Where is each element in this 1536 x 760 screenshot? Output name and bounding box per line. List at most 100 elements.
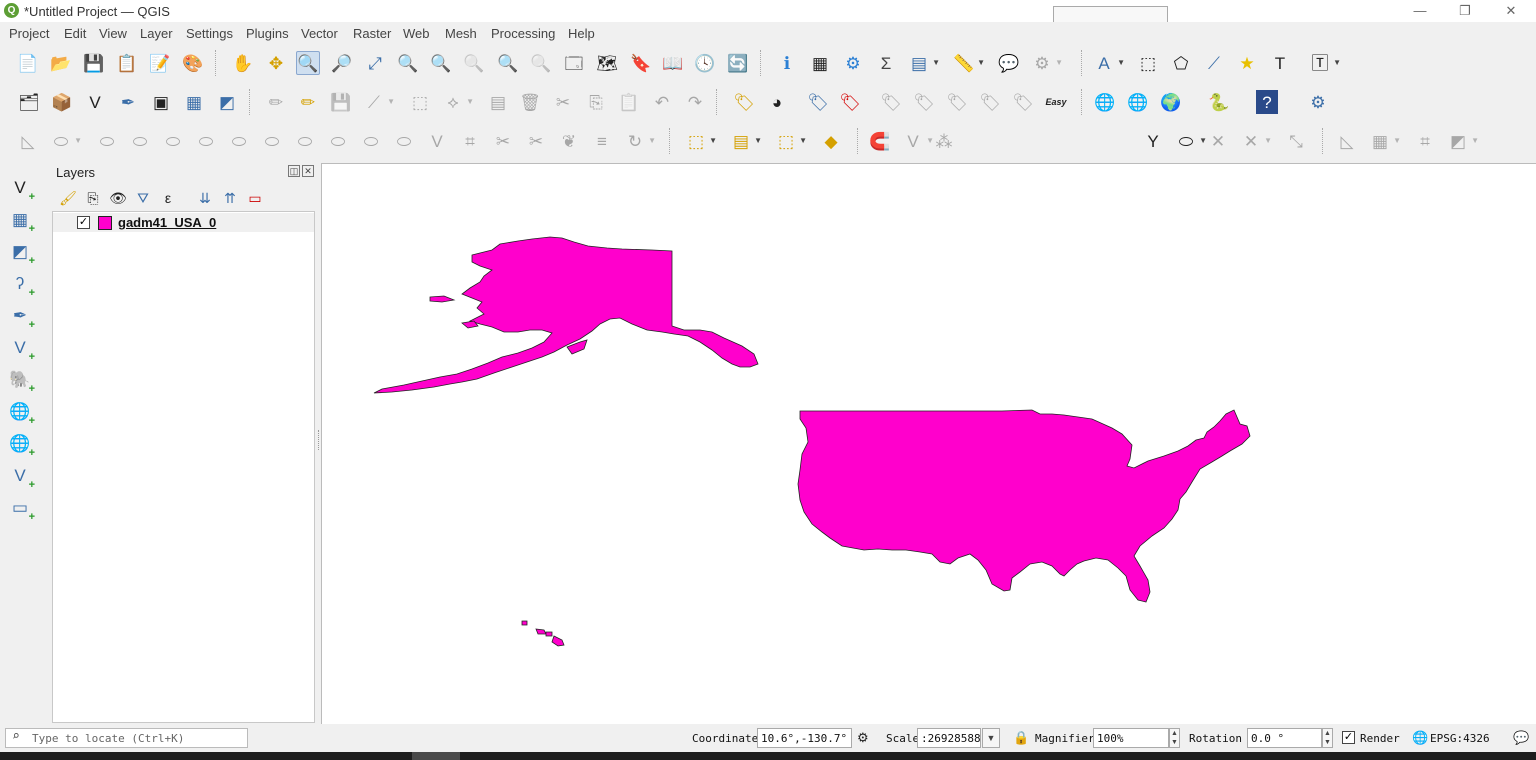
add-virtual-layer-icon[interactable]: V +: [7, 335, 35, 363]
minimize-button[interactable]: —: [1410, 2, 1430, 20]
text-annotation-icon[interactable]: A ▼: [1092, 51, 1125, 75]
attribute-table-icon[interactable]: ▦: [808, 51, 832, 75]
paste-features-icon[interactable]: 📋: [617, 90, 641, 114]
expand-all-icon[interactable]: ⇊: [195, 188, 215, 208]
cad-tools-icon[interactable]: ✕ ▼: [1239, 129, 1272, 153]
offset-curve-icon[interactable]: ⬭: [260, 129, 284, 153]
measure-line-icon[interactable]: 📏 ▼: [952, 51, 985, 75]
delete-part-icon[interactable]: ⬭: [194, 129, 218, 153]
menu-plugins[interactable]: Plugins: [246, 26, 289, 41]
add-feature-icon[interactable]: ⬚: [408, 90, 432, 114]
label-properties-icon[interactable]: 🏷: [1011, 90, 1035, 114]
zoom-out-icon[interactable]: 🔎: [330, 51, 354, 75]
show-hide-labels-icon[interactable]: 🏷: [879, 90, 903, 114]
simplify-icon[interactable]: ⬭: [359, 129, 383, 153]
messages-icon[interactable]: 💬: [1513, 730, 1529, 746]
add-spatialite-layer-icon[interactable]: ✒ +: [7, 303, 35, 331]
zoom-to-layer-icon[interactable]: 🔍: [429, 51, 453, 75]
remove-layer-icon[interactable]: ▭: [245, 188, 265, 208]
new-spatialite-layer-icon[interactable]: ✒: [116, 90, 140, 114]
lock-scale-icon[interactable]: 🔒: [1013, 730, 1029, 746]
panel-splitter[interactable]: [318, 430, 320, 450]
zoom-to-selection-icon[interactable]: 🔍: [396, 51, 420, 75]
point-text-annotation-icon[interactable]: T: [1268, 51, 1292, 75]
menu-edit[interactable]: Edit: [64, 26, 86, 41]
refresh-icon[interactable]: 🔄: [726, 51, 750, 75]
toggle-extents-icon[interactable]: ⚙: [857, 730, 869, 746]
add-ellipse-icon[interactable]: ◩ ▼: [1446, 129, 1479, 153]
select-annotation-icon[interactable]: ⬚: [1136, 51, 1160, 75]
add-wcs-layer-icon[interactable]: 🌐 +: [7, 431, 35, 459]
zoom-native-icon[interactable]: 🔍: [462, 51, 486, 75]
merge-attributes-icon[interactable]: ✂: [491, 129, 515, 153]
deselect-features-icon[interactable]: ⬚ ▼: [774, 129, 807, 153]
pin-labels-icon[interactable]: 🏷: [838, 90, 862, 114]
zoom-full-icon[interactable]: ⤢: [363, 51, 387, 75]
menu-settings[interactable]: Settings: [186, 26, 233, 41]
scale-field[interactable]: :26928588: [917, 728, 981, 748]
topological-editing-icon[interactable]: V ▼: [901, 129, 934, 153]
fill-ring-icon[interactable]: ⬭: [128, 129, 152, 153]
pan-map-icon[interactable]: ✋: [231, 51, 255, 75]
menu-project[interactable]: Project: [9, 26, 49, 41]
layer-visibility-checkbox[interactable]: ✓: [77, 216, 90, 229]
zoom-last-icon[interactable]: 🔍: [496, 51, 520, 75]
collapse-all-icon[interactable]: ⇈: [220, 188, 240, 208]
new-mesh-layer-icon[interactable]: ◩: [215, 90, 239, 114]
crs-globe-icon[interactable]: 🌐: [1412, 730, 1428, 746]
add-rectangle-icon[interactable]: ▦ ▼: [1368, 129, 1401, 153]
menu-view[interactable]: View: [99, 26, 127, 41]
rotation-field[interactable]: 0.0 °: [1247, 728, 1322, 748]
python-console-icon[interactable]: 🐍: [1207, 90, 1231, 114]
add-delimited-text-icon[interactable]: ʔ +: [7, 271, 35, 299]
enable-snapping-icon[interactable]: ◺: [16, 129, 40, 153]
cut-features-icon[interactable]: ✂: [551, 90, 575, 114]
add-wms-layer-icon[interactable]: 🌐: [1093, 90, 1117, 114]
temporal-controller-icon[interactable]: 🕓: [693, 51, 717, 75]
select-by-location-icon[interactable]: ⚙ ▼: [1030, 51, 1063, 75]
trim-extend-icon[interactable]: ⬭: [326, 129, 350, 153]
move-label-icon[interactable]: 🏷: [912, 90, 936, 114]
coordinate-field[interactable]: 10.6°,-130.7°: [757, 728, 852, 748]
align-icon[interactable]: ≡: [590, 129, 614, 153]
new-memory-layer-icon[interactable]: ▣: [149, 90, 173, 114]
rotate-point-symbols-icon[interactable]: ✂: [524, 129, 548, 153]
help-icon[interactable]: ?: [1256, 90, 1278, 114]
add-mesh-layer-icon[interactable]: ◩ +: [7, 239, 35, 267]
toolbox-icon[interactable]: ⚙: [841, 51, 865, 75]
layer-styling-icon[interactable]: 🖌: [58, 188, 78, 208]
cancel-cad-icon[interactable]: ✕: [1206, 129, 1230, 153]
add-group-icon[interactable]: ⎘: [83, 188, 103, 208]
add-regular-polygon-icon[interactable]: ⌗: [1413, 129, 1437, 153]
delete-ring-icon[interactable]: ⬭: [161, 129, 185, 153]
menu-processing[interactable]: Processing: [491, 26, 555, 41]
rotation-spinner-icon[interactable]: ▲ ▼: [1322, 728, 1333, 748]
menu-help[interactable]: Help: [568, 26, 595, 41]
modify-attributes-icon[interactable]: ▤: [486, 90, 510, 114]
metasearch-icon[interactable]: 🌍: [1159, 90, 1183, 114]
split-parts-icon[interactable]: V: [425, 129, 449, 153]
reverse-line-icon[interactable]: ⬭: [293, 129, 317, 153]
menu-layer[interactable]: Layer: [140, 26, 173, 41]
digitize-line-icon[interactable]: ⟋ ▼: [362, 90, 395, 114]
filter-legend-icon[interactable]: ⛛: [133, 188, 153, 208]
zoom-next-icon[interactable]: 🔍: [529, 51, 553, 75]
menu-vector[interactable]: Vector: [301, 26, 338, 41]
reshape-icon[interactable]: ⬭: [227, 129, 251, 153]
text-layout-icon[interactable]: 🅃 ▼: [1308, 51, 1342, 75]
render-checkbox[interactable]: ✓: [1342, 731, 1355, 744]
save-project-icon[interactable]: 💾: [82, 51, 106, 75]
open-table-icon[interactable]: ▤ ▼: [907, 51, 940, 75]
map-canvas[interactable]: [321, 163, 1536, 724]
scale-dropdown-icon[interactable]: ▼: [982, 728, 1000, 748]
add-wms-layer-icon[interactable]: 🌐 +: [7, 399, 35, 427]
merge-features-icon[interactable]: ⌗: [458, 129, 482, 153]
data-source-manager-icon[interactable]: 🗂: [17, 90, 41, 114]
shape-digitize-icon[interactable]: ⤡: [1284, 129, 1308, 153]
layer-labeling-icon[interactable]: 🏷: [732, 90, 756, 114]
add-wfs-layer-icon[interactable]: 🌐: [1126, 90, 1150, 114]
delete-selected-icon[interactable]: 🗑: [518, 90, 542, 114]
snapping-magnet-icon[interactable]: 🧲: [868, 129, 892, 153]
add-vector-layer-icon[interactable]: V +: [7, 175, 35, 203]
line-annotation-icon[interactable]: ⟋: [1202, 51, 1226, 75]
